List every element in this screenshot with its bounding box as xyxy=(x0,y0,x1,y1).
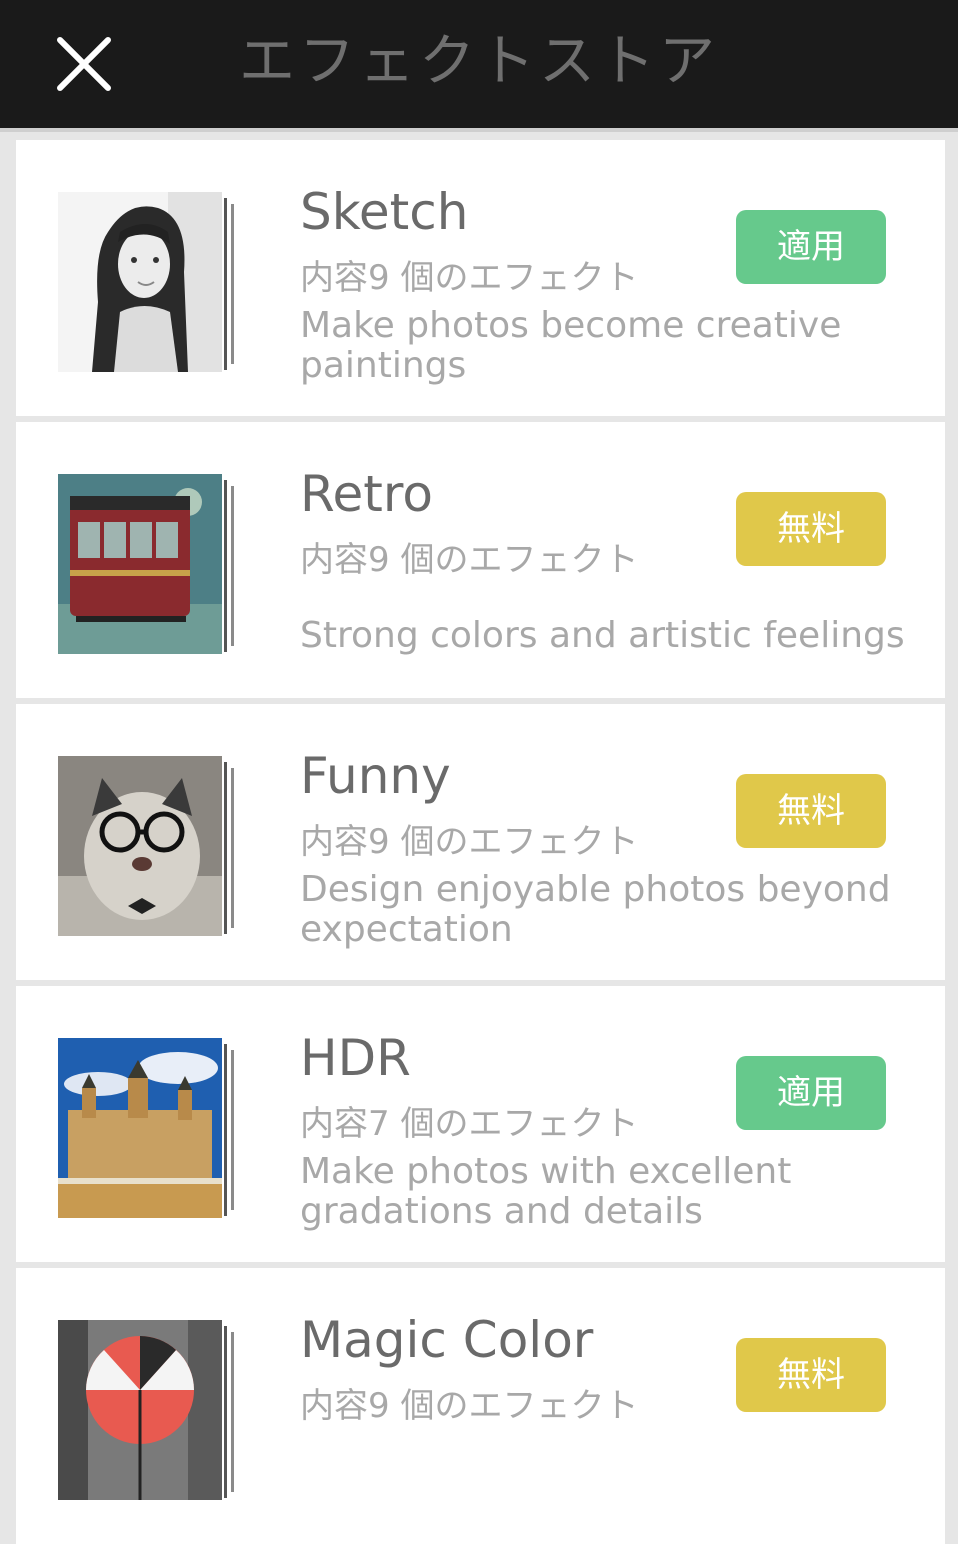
thumbnail-stack xyxy=(58,1038,238,1218)
page-title: エフェクトストア xyxy=(239,29,719,94)
effect-item-funny[interactable]: Funny 内容9 個のエフェクト Design enjoyable photo… xyxy=(16,704,945,980)
thumbnail-stack xyxy=(58,474,238,654)
effect-count: 内容9 個のエフェクト xyxy=(300,1386,639,1426)
stack-edge xyxy=(231,1332,234,1492)
stack-edge xyxy=(224,1044,227,1216)
apply-button[interactable]: 適用 xyxy=(736,210,886,284)
free-button[interactable]: 無料 xyxy=(736,492,886,566)
stack-edge xyxy=(231,204,234,364)
effect-name: HDR xyxy=(300,1029,411,1087)
effect-count: 内容9 個のエフェクト xyxy=(300,822,639,862)
sketch-thumbnail xyxy=(58,192,222,372)
thumbnail-stack xyxy=(58,192,238,372)
magic-color-thumbnail xyxy=(58,1320,222,1500)
stack-edge xyxy=(231,768,234,928)
effect-description: Make photos become creative paintings xyxy=(300,305,842,386)
retro-thumbnail xyxy=(58,474,222,654)
funny-thumbnail xyxy=(58,756,222,936)
top-bar: エフェクトストア xyxy=(0,0,958,128)
effect-count: 内容9 個のエフェクト xyxy=(300,540,639,580)
hdr-thumbnail xyxy=(58,1038,222,1218)
free-button[interactable]: 無料 xyxy=(736,1338,886,1412)
effect-name: Funny xyxy=(300,747,451,805)
thumbnail-stack xyxy=(58,1320,238,1500)
stack-edge xyxy=(224,1326,227,1498)
effect-description: Strong colors and artistic feelings xyxy=(300,615,905,656)
stack-edge xyxy=(224,198,227,370)
thumbnail-stack xyxy=(58,756,238,936)
effect-description: Make photos with excellent gradations an… xyxy=(300,1151,792,1232)
apply-button[interactable]: 適用 xyxy=(736,1056,886,1130)
effect-name: Magic Color xyxy=(300,1311,594,1369)
effect-item-retro[interactable]: Retro 内容9 個のエフェクト Strong colors and arti… xyxy=(16,422,945,698)
stack-edge xyxy=(224,480,227,652)
header-divider xyxy=(0,128,958,132)
free-button[interactable]: 無料 xyxy=(736,774,886,848)
effect-name: Retro xyxy=(300,465,433,523)
stack-edge xyxy=(224,762,227,934)
stack-edge xyxy=(231,486,234,646)
effect-count: 内容9 個のエフェクト xyxy=(300,258,639,298)
effect-name: Sketch xyxy=(300,183,469,241)
stack-edge xyxy=(231,1050,234,1210)
effect-description: Design enjoyable photos beyond expectati… xyxy=(300,869,891,950)
effect-item-sketch[interactable]: Sketch 内容9 個のエフェクト Make photos become cr… xyxy=(16,140,945,416)
effect-item-hdr[interactable]: HDR 内容7 個のエフェクト Make photos with excelle… xyxy=(16,986,945,1262)
effect-count: 内容7 個のエフェクト xyxy=(300,1104,639,1144)
effect-item-magic-color[interactable]: Magic Color 内容9 個のエフェクト 無料 xyxy=(16,1268,945,1544)
